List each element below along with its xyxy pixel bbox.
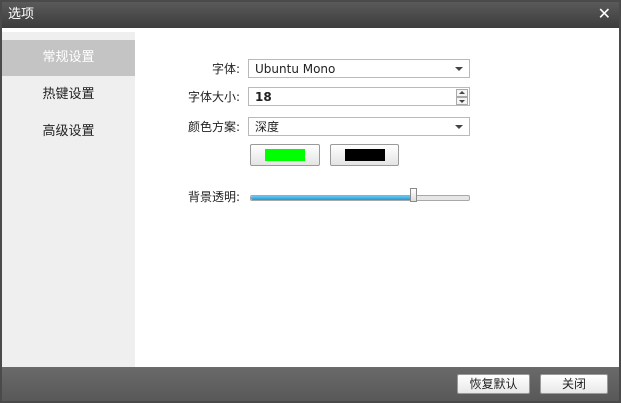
color-scheme-label: 颜色方案:	[187, 120, 240, 134]
foreground-color-swatch	[265, 149, 305, 161]
font-size-label: 字体大小:	[187, 90, 240, 104]
opacity-slider-fill	[251, 196, 412, 200]
chevron-down-icon	[455, 125, 463, 129]
background-color-button[interactable]	[330, 144, 399, 166]
sidebar-item-hotkeys[interactable]: 热键设置	[2, 77, 135, 113]
increment-icon[interactable]	[456, 89, 468, 97]
settings-sidebar: 常规设置 热键设置 高级设置	[2, 32, 135, 367]
window-title: 选项	[8, 7, 35, 22]
general-settings-panel: 字体: Ubuntu Mono 字体大小: 18 颜色方案: 深度 背景透明:	[135, 32, 619, 367]
options-dialog: 选项 ✕ 常规设置 热键设置 高级设置 字体: Ubuntu Mono 字体大小…	[2, 2, 619, 401]
font-size-spinbox[interactable]: 18	[248, 87, 470, 106]
color-scheme-value: 深度	[255, 120, 280, 134]
sidebar-item-label: 高级设置	[42, 124, 95, 139]
spin-buttons	[456, 89, 468, 105]
font-size-value: 18	[255, 90, 272, 104]
chevron-down-icon	[455, 67, 463, 71]
opacity-slider-handle[interactable]	[410, 188, 417, 202]
decrement-icon[interactable]	[456, 97, 468, 105]
font-label: 字体:	[211, 62, 240, 76]
title-bar: 选项 ✕	[2, 2, 619, 28]
restore-defaults-button[interactable]: 恢复默认	[457, 374, 530, 394]
font-value: Ubuntu Mono	[255, 62, 336, 76]
color-scheme-select[interactable]: 深度	[248, 117, 470, 136]
opacity-slider-track[interactable]	[250, 195, 470, 201]
sidebar-item-label: 热键设置	[42, 87, 95, 102]
sidebar-item-general[interactable]: 常规设置	[2, 40, 135, 76]
font-select[interactable]: Ubuntu Mono	[248, 59, 470, 78]
sidebar-item-label: 常规设置	[42, 50, 95, 65]
foreground-color-button[interactable]	[250, 144, 320, 166]
close-button[interactable]: 关闭	[540, 374, 608, 394]
opacity-label: 背景透明:	[187, 190, 240, 204]
sidebar-item-advanced[interactable]: 高级设置	[2, 114, 135, 150]
dialog-footer: 恢复默认 关闭	[2, 367, 619, 401]
close-icon[interactable]: ✕	[598, 5, 611, 23]
background-color-swatch	[345, 149, 385, 161]
